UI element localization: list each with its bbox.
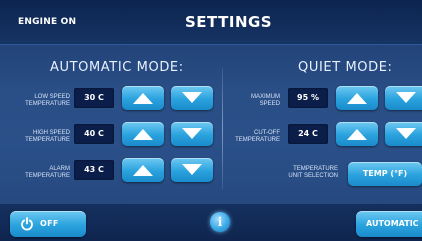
engine-status: ENGINE ON bbox=[18, 17, 77, 27]
label-line: SPEED bbox=[259, 101, 280, 107]
high-speed-temperature-value: 40 C bbox=[74, 124, 114, 144]
alarm-temperature-up-button[interactable] bbox=[122, 158, 164, 182]
low-speed-temperature-up-button[interactable] bbox=[122, 86, 164, 110]
arrow-down-icon bbox=[182, 92, 202, 103]
arrow-down-icon bbox=[396, 92, 416, 103]
cut-off-temperature-down-button[interactable] bbox=[385, 122, 422, 146]
mode-button[interactable]: AUTOMATIC bbox=[356, 211, 422, 237]
label-line: TEMPERATURE bbox=[25, 101, 70, 107]
arrow-up-icon bbox=[133, 129, 153, 140]
low-speed-temperature-label: LOW SPEED TEMPERATURE bbox=[8, 94, 70, 108]
arrow-down-icon bbox=[396, 128, 416, 139]
label-line: TEMPERATURE bbox=[293, 166, 338, 172]
arrow-up-icon bbox=[347, 129, 367, 140]
cut-off-temperature-value: 24 C bbox=[288, 124, 328, 144]
cut-off-temperature-up-button[interactable] bbox=[336, 122, 378, 146]
arrow-up-icon bbox=[347, 93, 367, 104]
alarm-temperature-down-button[interactable] bbox=[171, 158, 213, 182]
high-speed-temperature-up-button[interactable] bbox=[122, 122, 164, 146]
arrow-down-icon bbox=[182, 164, 202, 175]
label-line: UNIT SELECTION bbox=[288, 173, 338, 179]
low-speed-temperature-down-button[interactable] bbox=[171, 86, 213, 110]
engine-off-button[interactable]: OFF bbox=[10, 211, 86, 237]
page-title: SETTINGS bbox=[185, 13, 273, 31]
automatic-mode-title: AUTOMATIC MODE: bbox=[50, 60, 184, 75]
section-divider bbox=[222, 68, 223, 190]
alarm-temperature-value: 43 C bbox=[74, 160, 114, 180]
arrow-up-icon bbox=[133, 165, 153, 176]
maximum-speed-label: MAXIMUM SPEED bbox=[224, 94, 280, 108]
quiet-mode-title: QUIET MODE: bbox=[298, 60, 393, 75]
temperature-unit-selection-label: TEMPERATURE UNIT SELECTION bbox=[240, 166, 338, 180]
cut-off-temperature-label: CUT-OFF TEMPERATURE bbox=[224, 130, 280, 144]
power-icon bbox=[21, 217, 33, 231]
label-line: TEMPERATURE bbox=[25, 137, 70, 143]
label-line: TEMPERATURE bbox=[235, 137, 280, 143]
high-speed-temperature-label: HIGH SPEED TEMPERATURE bbox=[8, 130, 70, 144]
high-speed-temperature-down-button[interactable] bbox=[171, 122, 213, 146]
alarm-temperature-label: ALARM TEMPERATURE bbox=[8, 166, 70, 180]
label-line: TEMPERATURE bbox=[25, 173, 70, 179]
maximum-speed-down-button[interactable] bbox=[385, 86, 422, 110]
off-label: OFF bbox=[40, 219, 59, 228]
label-line: ALARM bbox=[49, 166, 70, 172]
info-button[interactable]: i bbox=[210, 212, 230, 232]
label-line: LOW SPEED bbox=[34, 94, 70, 100]
info-icon: i bbox=[217, 215, 223, 229]
temperature-unit-button[interactable]: TEMP (°F) bbox=[348, 162, 422, 186]
header-bar: ENGINE ON SETTINGS bbox=[0, 0, 422, 45]
label-line: HIGH SPEED bbox=[32, 130, 70, 136]
low-speed-temperature-value: 30 C bbox=[74, 88, 114, 108]
arrow-down-icon bbox=[182, 128, 202, 139]
arrow-up-icon bbox=[133, 93, 153, 104]
label-line: CUT-OFF bbox=[254, 130, 280, 136]
settings-screen: ENGINE ON SETTINGS AUTOMATIC MODE: QUIET… bbox=[0, 0, 422, 241]
label-line: MAXIMUM bbox=[251, 94, 280, 100]
maximum-speed-value: 95 % bbox=[288, 88, 328, 108]
maximum-speed-up-button[interactable] bbox=[336, 86, 378, 110]
